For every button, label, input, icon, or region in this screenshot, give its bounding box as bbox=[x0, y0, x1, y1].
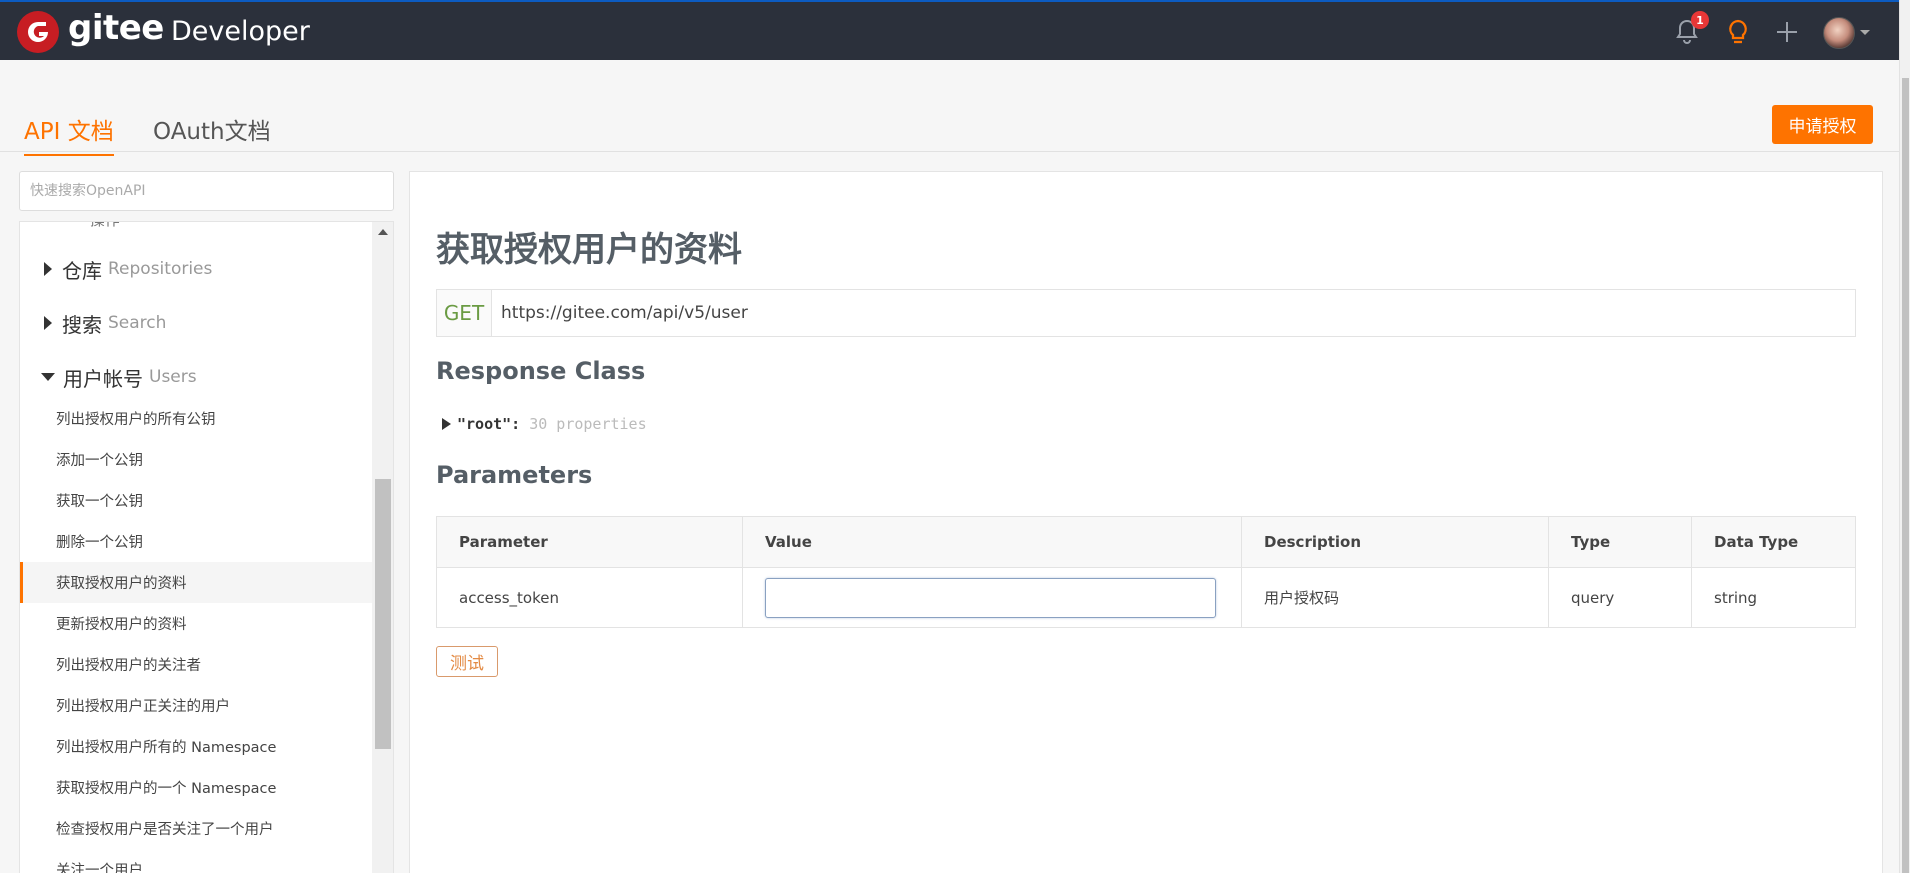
sidebar-group-users[interactable]: 用户帐号 Users bbox=[20, 357, 370, 397]
api-detail-panel: 获取授权用户的资料 GET https://gitee.com/api/v5/u… bbox=[409, 171, 1883, 873]
sidebar-cut-off-item[interactable]: — 操作 — bbox=[70, 222, 140, 230]
access-token-input[interactable] bbox=[765, 577, 1216, 618]
notification-badge[interactable]: 1 bbox=[1691, 11, 1709, 29]
sidebar-item-active[interactable]: 获取授权用户的资料 bbox=[20, 562, 372, 603]
sidebar-item[interactable]: 删除一个公钥 bbox=[20, 521, 372, 562]
tab-oauth-docs[interactable]: OAuth文档 bbox=[153, 112, 271, 154]
parameters-table: Parameter Value Description Type Data Ty… bbox=[436, 516, 1856, 628]
apply-authorization-button[interactable]: 申请授权 bbox=[1772, 105, 1873, 144]
param-name: access_token bbox=[436, 567, 743, 628]
tab-api-docs[interactable]: API 文档 bbox=[24, 112, 114, 156]
sidebar-item[interactable]: 关注一个用户 bbox=[20, 849, 372, 873]
column-header: Description bbox=[1241, 516, 1549, 568]
column-header: Data Type bbox=[1691, 516, 1856, 568]
column-header: Type bbox=[1548, 516, 1692, 568]
sidebar-item[interactable]: 列出授权用户正关注的用户 bbox=[20, 685, 372, 726]
sidebar-item[interactable]: 添加一个公钥 bbox=[20, 439, 372, 480]
param-description: 用户授权码 bbox=[1241, 567, 1549, 628]
caret-right-icon bbox=[44, 316, 52, 330]
lightbulb-icon[interactable] bbox=[1726, 18, 1750, 50]
param-type: query bbox=[1548, 567, 1692, 628]
group-label-en: Repositories bbox=[108, 259, 213, 279]
page-title: 获取授权用户的资料 bbox=[436, 230, 742, 270]
sidebar-item[interactable]: 列出授权用户的关注者 bbox=[20, 644, 372, 685]
endpoint-url: https://gitee.com/api/v5/user bbox=[492, 290, 1855, 336]
column-header: Value bbox=[742, 516, 1242, 568]
sidebar-scrollbar-thumb[interactable] bbox=[375, 479, 391, 749]
sidebar-group-search[interactable]: 搜索 Search bbox=[20, 303, 370, 343]
gitee-logo-icon[interactable] bbox=[17, 11, 59, 53]
param-data-type: string bbox=[1691, 567, 1856, 628]
group-label: 仓库 bbox=[62, 258, 102, 283]
sidebar-item[interactable]: 更新授权用户的资料 bbox=[20, 603, 372, 644]
column-header: Parameter bbox=[436, 516, 743, 568]
sidebar-item[interactable]: 获取授权用户的一个 Namespace bbox=[20, 767, 372, 808]
avatar[interactable] bbox=[1823, 17, 1855, 49]
caret-right-icon bbox=[442, 418, 451, 430]
response-model-toggle[interactable]: "root": 30 properties bbox=[442, 415, 647, 433]
sidebar-item[interactable]: 列出授权用户所有的 Namespace bbox=[20, 726, 372, 767]
response-class-heading: Response Class bbox=[436, 357, 646, 385]
page-scrollbar[interactable] bbox=[1899, 0, 1910, 873]
caret-down-icon bbox=[41, 373, 55, 381]
scroll-up-arrow-icon[interactable] bbox=[378, 229, 388, 235]
doc-tabs: API 文档 OAuth文档 申请授权 bbox=[0, 60, 1899, 156]
group-label: 用户帐号 bbox=[63, 366, 143, 391]
model-root-key: "root": bbox=[457, 415, 521, 433]
parameters-heading: Parameters bbox=[436, 461, 593, 489]
group-label: 搜索 bbox=[62, 312, 102, 337]
model-property-count: 30 properties bbox=[529, 415, 647, 433]
page-scrollbar-thumb[interactable] bbox=[1902, 78, 1909, 873]
api-sidebar: — 操作 — 仓库 Repositories 搜索 Search 用户帐号 Us… bbox=[19, 221, 394, 873]
table-header-row: Parameter Value Description Type Data Ty… bbox=[436, 516, 1856, 568]
table-row: access_token 用户授权码 query string bbox=[436, 567, 1856, 628]
caret-right-icon bbox=[44, 262, 52, 276]
sidebar-item[interactable]: 检查授权用户是否关注了一个用户 bbox=[20, 808, 372, 849]
chevron-down-icon[interactable] bbox=[1860, 30, 1870, 35]
param-value-cell bbox=[742, 567, 1242, 628]
group-label-en: Users bbox=[149, 367, 197, 387]
search-input[interactable] bbox=[19, 171, 394, 211]
group-label-en: Search bbox=[108, 313, 167, 333]
sidebar-group-repositories[interactable]: 仓库 Repositories bbox=[20, 249, 370, 289]
http-method-badge: GET bbox=[437, 290, 492, 336]
sidebar-item[interactable]: 获取一个公钥 bbox=[20, 480, 372, 521]
sidebar-scrollbar[interactable] bbox=[372, 222, 393, 873]
logo-subtitle[interactable]: Developer bbox=[171, 16, 310, 47]
endpoint-bar: GET https://gitee.com/api/v5/user bbox=[436, 289, 1856, 337]
plus-icon[interactable] bbox=[1774, 18, 1800, 50]
test-button[interactable]: 测试 bbox=[436, 646, 498, 677]
sidebar-item[interactable]: 列出授权用户的所有公钥 bbox=[20, 398, 372, 439]
logo-text[interactable]: gitee bbox=[68, 8, 164, 48]
top-navbar: gitee Developer 1 bbox=[0, 0, 1899, 60]
